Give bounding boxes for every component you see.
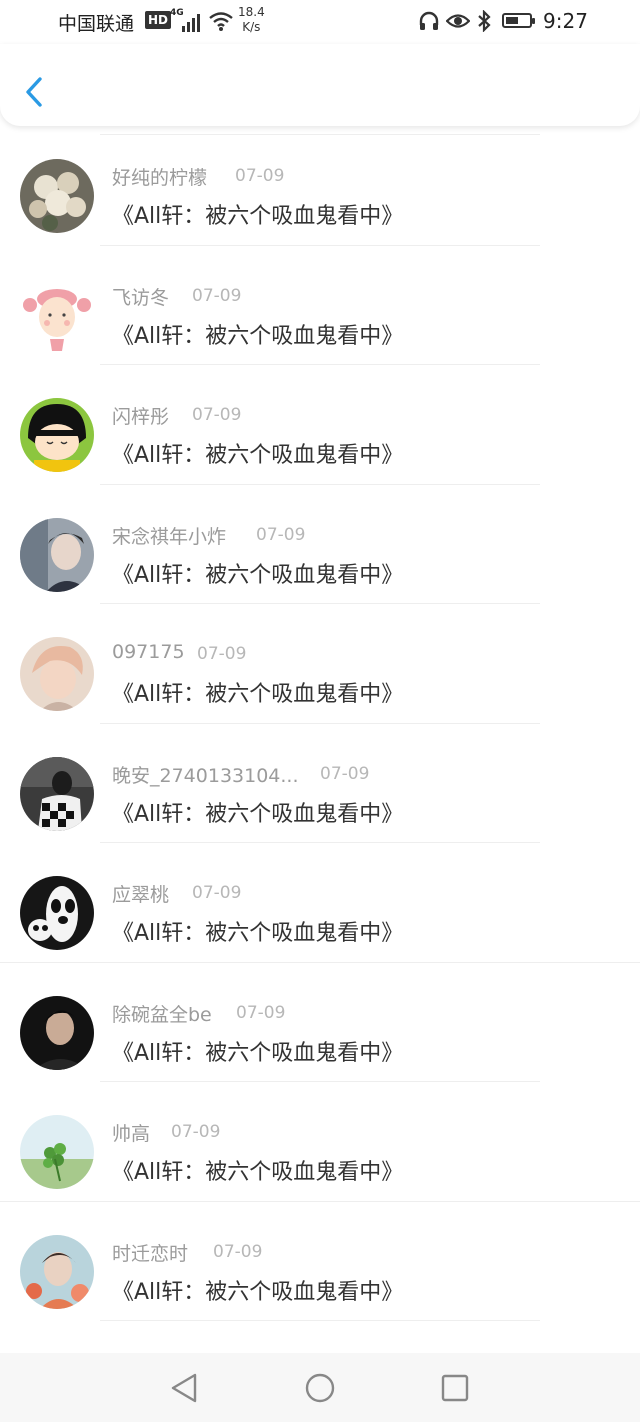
username[interactable]: 晚安_2740133104... <box>112 761 299 788</box>
divider <box>100 1320 540 1321</box>
date: 07-09 <box>192 405 242 425</box>
list-item[interactable]: 飞访冬 07-09 《All轩：被六个吸血鬼看中》 <box>0 246 640 365</box>
wifi-icon <box>209 12 233 31</box>
avatar[interactable] <box>20 1115 94 1189</box>
avatar[interactable] <box>20 278 94 353</box>
avatar[interactable] <box>20 517 94 592</box>
username[interactable]: 097175 <box>112 641 185 663</box>
list-item[interactable]: 闪梓彤 07-09 《All轩：被六个吸血鬼看中》 <box>0 365 640 485</box>
title-link[interactable]: 《All轩：被六个吸血鬼看中》 <box>112 1274 403 1306</box>
battery-icon <box>502 13 535 28</box>
title-link[interactable]: 《All轩：被六个吸血鬼看中》 <box>112 1154 403 1186</box>
date: 07-09 <box>256 524 306 545</box>
hd-badge: HD <box>145 11 172 29</box>
avatar[interactable] <box>20 1234 94 1309</box>
nav-home-icon[interactable] <box>303 1371 337 1405</box>
username[interactable]: 好纯的柠檬 <box>112 163 207 190</box>
speed-value: 18.4 <box>238 5 265 19</box>
clock: 9:27 <box>543 9 588 33</box>
date: 07-09 <box>192 883 242 903</box>
carrier-label: 中国联通 <box>58 13 135 35</box>
signal-icon: 4G <box>170 8 204 32</box>
date: 07-09 <box>213 1241 263 1262</box>
network-speed: 18.4 K/s <box>238 5 265 35</box>
username[interactable]: 帅高 <box>112 1119 150 1146</box>
back-button[interactable] <box>20 72 50 112</box>
date: 07-09 <box>171 1122 221 1142</box>
title-link[interactable]: 《All轩：被六个吸血鬼看中》 <box>112 796 403 828</box>
username[interactable]: 应翠桃 <box>112 880 169 907</box>
list-item[interactable]: 时迁恋时 07-09 《All轩：被六个吸血鬼看中》 <box>0 1202 640 1321</box>
list-item[interactable]: 除碗盆全be 07-09 《All轩：被六个吸血鬼看中》 <box>0 963 640 1082</box>
username[interactable]: 飞访冬 <box>112 283 169 310</box>
date: 07-09 <box>197 644 247 664</box>
username[interactable]: 时迁恋时 <box>112 1239 188 1266</box>
speed-unit: K/s <box>242 20 261 34</box>
title-link[interactable]: 《All轩：被六个吸血鬼看中》 <box>112 915 403 947</box>
date: 07-09 <box>236 1002 286 1023</box>
eye-icon <box>446 14 470 28</box>
top-app-bar <box>0 44 640 126</box>
title-link[interactable]: 《All轩：被六个吸血鬼看中》 <box>112 676 403 708</box>
avatar[interactable] <box>20 756 94 831</box>
date: 07-09 <box>320 763 370 784</box>
avatar[interactable] <box>20 995 94 1070</box>
battery-level <box>506 17 518 24</box>
title-link[interactable]: 《All轩：被六个吸血鬼看中》 <box>112 437 403 469</box>
date: 07-09 <box>192 285 242 306</box>
nav-back-icon[interactable] <box>167 1371 201 1405</box>
avatar[interactable] <box>20 159 94 233</box>
username[interactable]: 闪梓彤 <box>112 402 169 429</box>
bluetooth-icon <box>478 10 491 32</box>
system-nav-bar <box>0 1353 640 1422</box>
username[interactable]: 宋念祺年小炸 <box>112 522 226 549</box>
nav-recents-icon[interactable] <box>438 1371 472 1405</box>
headphones-icon <box>419 11 439 30</box>
list-item[interactable]: 应翠桃 07-09 《All轩：被六个吸血鬼看中》 <box>0 843 640 963</box>
title-link[interactable]: 《All轩：被六个吸血鬼看中》 <box>112 1035 403 1067</box>
list-item[interactable]: 宋念祺年小炸 07-09 《All轩：被六个吸血鬼看中》 <box>0 485 640 604</box>
username[interactable]: 除碗盆全be <box>112 1000 212 1027</box>
title-link[interactable]: 《All轩：被六个吸血鬼看中》 <box>112 557 403 589</box>
list-item[interactable]: 097175 07-09 《All轩：被六个吸血鬼看中》 <box>0 604 640 724</box>
list-item[interactable]: 晚安_2740133104... 07-09 《All轩：被六个吸血鬼看中》 <box>0 724 640 843</box>
title-link[interactable]: 《All轩：被六个吸血鬼看中》 <box>112 318 403 350</box>
list-item[interactable]: 帅高 07-09 《All轩：被六个吸血鬼看中》 <box>0 1082 640 1202</box>
avatar[interactable] <box>20 398 94 472</box>
date: 07-09 <box>235 166 285 186</box>
list-item[interactable]: 好纯的柠檬 07-09 《All轩：被六个吸血鬼看中》 <box>0 126 640 246</box>
avatar[interactable] <box>20 637 94 711</box>
avatar[interactable] <box>20 876 94 950</box>
title-link[interactable]: 《All轩：被六个吸血鬼看中》 <box>112 198 403 230</box>
status-bar: 中国联通 HD 4G 18.4 K/s 9:27 <box>0 0 640 44</box>
